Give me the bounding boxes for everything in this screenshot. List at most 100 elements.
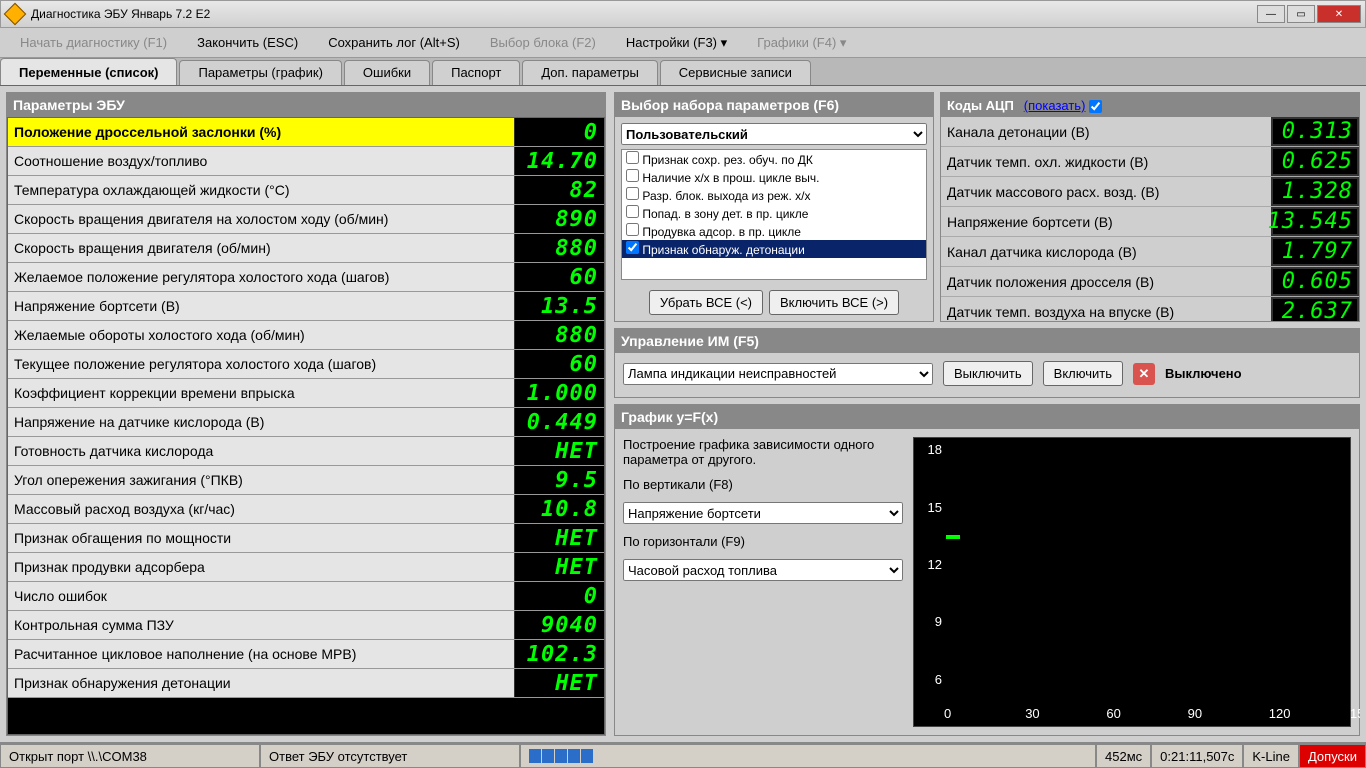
im-dropdown[interactable]: Лампа индикации неисправностей: [623, 363, 933, 385]
param-label: Скорость вращения двигателя (об/мин): [8, 240, 514, 256]
check-item[interactable]: Признак обнаруж. детонации: [622, 240, 926, 258]
param-label: Напряжение на датчике кислорода (В): [8, 414, 514, 430]
im-on-button[interactable]: Включить: [1043, 361, 1123, 386]
adc-value: 0.313: [1271, 117, 1359, 146]
check-item-checkbox[interactable]: [626, 205, 639, 218]
param-value: 13.5: [514, 292, 604, 320]
param-value: 0: [514, 582, 604, 610]
param-row[interactable]: Расчитанное цикловое наполнение (на осно…: [8, 640, 604, 669]
param-checklist[interactable]: Признак сохр. рез. обуч. по ДК Наличие х…: [621, 149, 927, 280]
check-item[interactable]: Продувка адсор. в пр. цикле: [622, 222, 926, 240]
check-item[interactable]: Наличие х/х в прош. цикле выч.: [622, 168, 926, 186]
maximize-button[interactable]: ▭: [1287, 5, 1315, 23]
graph-header: График y=F(x): [615, 405, 1359, 429]
param-row[interactable]: Соотношение воздух/топливо14.70: [8, 147, 604, 176]
close-button[interactable]: ✕: [1317, 5, 1361, 23]
param-value: 0.449: [514, 408, 604, 436]
param-row[interactable]: Температура охлаждающей жидкости (°C)82: [8, 176, 604, 205]
graph-horiz-dropdown[interactable]: Часовой расход топлива: [623, 559, 903, 581]
menu-graphs[interactable]: Графики (F4) ▾: [757, 35, 846, 51]
adc-value: 1.328: [1271, 177, 1359, 206]
menu-stop[interactable]: Закончить (ESC): [197, 35, 298, 50]
graph-plot-area[interactable]: 69121518 0306090120150: [913, 437, 1351, 727]
statusbar: Открыт порт \\.\COM38 Ответ ЭБУ отсутств…: [0, 742, 1366, 768]
window-title: Диагностика ЭБУ Январь 7.2 E2: [31, 7, 1257, 21]
tab-5[interactable]: Сервисные записи: [660, 60, 811, 85]
param-row[interactable]: Число ошибок0: [8, 582, 604, 611]
param-value: 102.3: [514, 640, 604, 668]
menu-start[interactable]: Начать диагностику (F1): [20, 35, 167, 50]
adc-show-link[interactable]: (показать): [1024, 98, 1086, 113]
param-row[interactable]: Желаемые обороты холостого хода (об/мин)…: [8, 321, 604, 350]
param-value: 1.000: [514, 379, 604, 407]
param-label: Признак продувки адсорбера: [8, 559, 514, 575]
param-label: Соотношение воздух/топливо: [8, 153, 514, 169]
check-item-checkbox[interactable]: [626, 223, 639, 236]
adc-row: Датчик темп. воздуха на впуске (В)2.637: [941, 297, 1359, 321]
param-row[interactable]: Массовый расход воздуха (кг/час)10.8: [8, 495, 604, 524]
tab-4[interactable]: Доп. параметры: [522, 60, 657, 85]
ecu-params-list[interactable]: Положение дроссельной заслонки (%)0Соотн…: [7, 117, 605, 735]
param-value: 880: [514, 321, 604, 349]
adc-row: Напряжение бортсети (В)13.545: [941, 207, 1359, 237]
param-row[interactable]: Признак обнаружения детонацииНЕТ: [8, 669, 604, 698]
param-select-panel: Выбор набора параметров (F6) Пользовател…: [614, 92, 934, 322]
param-label: Температура охлаждающей жидкости (°C): [8, 182, 514, 198]
include-all-button[interactable]: Включить ВСЕ (>): [769, 290, 899, 315]
check-item[interactable]: Попад. в зону дет. в пр. цикле: [622, 204, 926, 222]
adc-value: 2.637: [1271, 297, 1359, 321]
param-row[interactable]: Напряжение бортсети (В)13.5: [8, 292, 604, 321]
adc-list[interactable]: Канала детонации (В)0.313Датчик темп. ох…: [941, 117, 1359, 321]
adc-show-checkbox[interactable]: [1089, 100, 1102, 113]
check-item-checkbox[interactable]: [626, 151, 639, 164]
param-row[interactable]: Контрольная сумма ПЗУ9040: [8, 611, 604, 640]
param-row[interactable]: Текущее положение регулятора холостого х…: [8, 350, 604, 379]
adc-row: Датчик темп. охл. жидкости (В)0.625: [941, 147, 1359, 177]
check-item-checkbox[interactable]: [626, 187, 639, 200]
adc-row: Канал датчика кислорода (В)1.797: [941, 237, 1359, 267]
tab-1[interactable]: Параметры (график): [179, 60, 341, 85]
param-row[interactable]: Желаемое положение регулятора холостого …: [8, 263, 604, 292]
tab-2[interactable]: Ошибки: [344, 60, 430, 85]
param-row[interactable]: Скорость вращения двигателя на холостом …: [8, 205, 604, 234]
param-label: Угол опережения зажигания (°ПКВ): [8, 472, 514, 488]
adc-value: 13.545: [1271, 207, 1359, 236]
param-row[interactable]: Скорость вращения двигателя (об/мин)880: [8, 234, 604, 263]
param-row[interactable]: Готовность датчика кислородаНЕТ: [8, 437, 604, 466]
minimize-button[interactable]: —: [1257, 5, 1285, 23]
check-item[interactable]: Признак сохр. рез. обуч. по ДК: [622, 150, 926, 168]
param-label: Число ошибок: [8, 588, 514, 604]
param-label: Положение дроссельной заслонки (%): [8, 124, 514, 140]
param-row[interactable]: Признак продувки адсорбераНЕТ: [8, 553, 604, 582]
param-row[interactable]: Напряжение на датчике кислорода (В)0.449: [8, 408, 604, 437]
param-label: Коэффициент коррекции времени впрыска: [8, 385, 514, 401]
menu-block[interactable]: Выбор блока (F2): [490, 35, 596, 50]
tab-3[interactable]: Паспорт: [432, 60, 520, 85]
param-row[interactable]: Признак обгащения по мощностиНЕТ: [8, 524, 604, 553]
param-row[interactable]: Коэффициент коррекции времени впрыска1.0…: [8, 379, 604, 408]
im-off-button[interactable]: Выключить: [943, 361, 1033, 386]
param-set-dropdown[interactable]: Пользовательский: [621, 123, 927, 145]
param-value: 890: [514, 205, 604, 233]
param-row[interactable]: Угол опережения зажигания (°ПКВ)9.5: [8, 466, 604, 495]
graph-vert-dropdown[interactable]: Напряжение бортсети: [623, 502, 903, 524]
param-value: 9040: [514, 611, 604, 639]
tab-0[interactable]: Переменные (список): [0, 58, 177, 85]
adc-row: Датчик массового расх. возд. (В)1.328: [941, 177, 1359, 207]
check-item-checkbox[interactable]: [626, 241, 639, 254]
remove-all-button[interactable]: Убрать ВСЕ (<): [649, 290, 763, 315]
graph-horiz-label: По горизонтали (F9): [623, 534, 903, 549]
check-item-checkbox[interactable]: [626, 169, 639, 182]
im-close-icon[interactable]: ✕: [1133, 363, 1155, 385]
param-row[interactable]: Положение дроссельной заслонки (%)0: [8, 118, 604, 147]
status-progress: [520, 744, 1096, 768]
adc-row: Датчик положения дросселя (В)0.605: [941, 267, 1359, 297]
param-value: НЕТ: [514, 553, 604, 581]
menu-savelog[interactable]: Сохранить лог (Alt+S): [328, 35, 460, 50]
app-icon: [4, 3, 27, 26]
param-value: 880: [514, 234, 604, 262]
param-value: НЕТ: [514, 437, 604, 465]
menu-settings[interactable]: Настройки (F3) ▾: [626, 35, 727, 51]
adc-label: Датчик массового расх. возд. (В): [941, 184, 1271, 200]
check-item[interactable]: Разр. блок. выхода из реж. х/х: [622, 186, 926, 204]
